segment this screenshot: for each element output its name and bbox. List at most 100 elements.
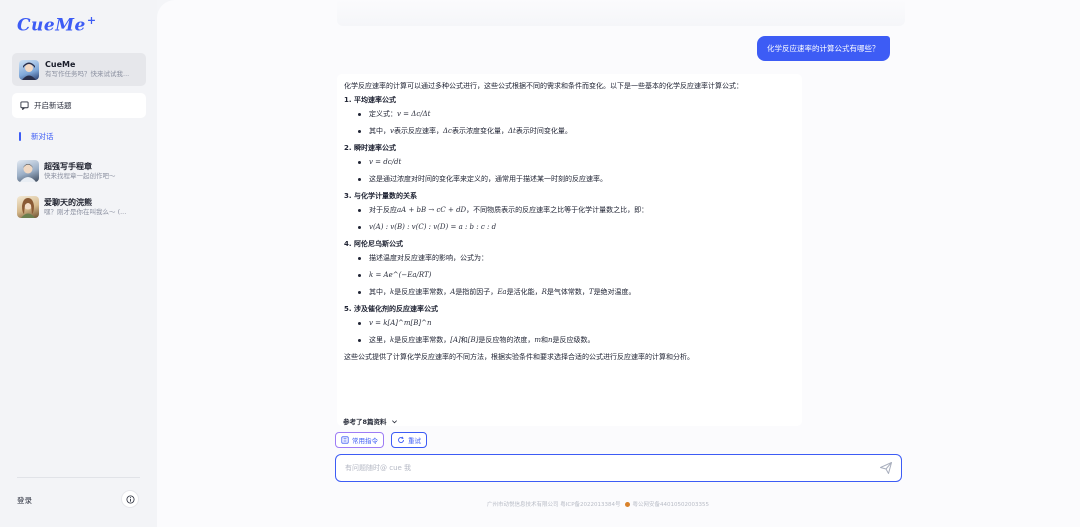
list-item: v = k[A]^m[B]^n (358, 319, 795, 328)
section-title: 3. 与化学计量数的关系 (344, 192, 417, 200)
bullet-text: 其中， (369, 288, 390, 296)
app-logo[interactable]: CueMe+ (17, 14, 97, 36)
list-item: 这里， k 是反应速率常数， [A] 和 [B] 是反应物的浓度， m 和 n … (358, 336, 795, 345)
formula: v = dc/dt (369, 158, 402, 166)
section-title: 1. 平均速率公式 (344, 96, 396, 104)
avatar (17, 196, 39, 218)
formula: m (534, 336, 542, 344)
list-item: k = Ae^(−Ea/RT) (358, 271, 795, 280)
info-button[interactable] (121, 490, 139, 508)
sidebar-divider (17, 477, 140, 478)
scroll-fade (337, 0, 905, 26)
new-chat-icon (20, 101, 29, 110)
bullet-text: 表示时间变化量。 (515, 127, 572, 135)
agent-name: 超强写手程章 (44, 161, 92, 171)
list-item: 描述温度对反应速率的影响，公式为： (358, 254, 795, 263)
answer-summary: 这些公式提供了计算化学反应速率的不同方法，根据实验条件和要求选择合适的公式进行反… (344, 353, 694, 361)
user-message-text: 化学反应速率的计算公式有哪些？ (767, 44, 880, 53)
police-badge-icon (624, 501, 630, 507)
active-indicator (19, 132, 21, 141)
list-item: v(A) : v(B) : v(C) : v(D) = a : b : c : … (358, 223, 795, 232)
new-topic-label: 开启新话题 (34, 101, 72, 110)
bullet-text: 表示浓度变化量， (451, 127, 508, 135)
bullet-text: 这里， (369, 336, 390, 344)
logo-text: CueMe (17, 15, 86, 36)
common-commands-button[interactable]: 常用指令 (335, 432, 384, 448)
sidebar-item-current-chat[interactable]: 新对话 (19, 131, 54, 142)
list-item: 其中， v 表示反应速率， Δc 表示浓度变化量， Δt 表示时间变化量。 (358, 127, 795, 136)
user-message-bubble: 化学反应速率的计算公式有哪些？ (757, 36, 890, 61)
bullet-text: 是反应速率常数， (394, 288, 451, 296)
bullet-text: 是反应级数。 (552, 336, 595, 344)
send-button[interactable] (879, 461, 893, 475)
bullet-text: 是指前因子， (455, 288, 498, 296)
chevron-down-icon (391, 418, 398, 425)
formula: aA + bB → cC + dD (397, 206, 467, 214)
formula: Δt (507, 127, 516, 135)
retry-button[interactable]: 重试 (391, 432, 427, 448)
assistant-answer: 化学反应速率的计算可以通过多种公式进行，这些公式根据不同的需求和条件而变化。以下… (337, 74, 802, 426)
bullet-dot (358, 226, 361, 229)
section-title: 2. 瞬时速率公式 (344, 144, 396, 152)
command-icon (341, 436, 349, 444)
current-chat-label: 新对话 (31, 132, 54, 141)
bullet-text: 描述温度对反应速率的影响，公式为： (369, 254, 488, 262)
bot-name: CueMe (45, 60, 76, 69)
bullet-dot (358, 178, 361, 181)
bullet-dot (358, 339, 361, 342)
references-toggle[interactable]: 参考了8篇资料 (343, 416, 398, 426)
bullet-dot (358, 291, 361, 294)
bullet-text: 其中， (369, 127, 390, 135)
bullet-text: ，不同物质表示的反应速率之比等于化学计量数之比，即： (466, 206, 649, 214)
list-item: v = dc/dt (358, 158, 795, 167)
login-button[interactable]: 登录 (17, 495, 32, 506)
bullet-text: 定义式： (369, 110, 397, 118)
list-item: 对于反应 aA + bB → cC + dD ，不同物质表示的反应速率之比等于化… (358, 206, 795, 215)
agent-subtitle: 快来找程章一起创作吧～ (44, 171, 116, 180)
answer-intro: 化学反应速率的计算可以通过多种公式进行，这些公式根据不同的需求和条件而变化。以下… (344, 82, 743, 90)
bullet-dot (358, 161, 361, 164)
bullet-text: 表示反应速率， (393, 127, 443, 135)
bullet-dot (358, 209, 361, 212)
bullet-text: 是绝对温度。 (593, 288, 636, 296)
footer-police[interactable]: 粤公网安备44010502003355 (633, 500, 710, 508)
formula: v = Δc/Δt (397, 110, 431, 118)
bullet-dot (358, 274, 361, 277)
references-label: 参考了8篇资料 (343, 418, 387, 426)
avatar (19, 59, 39, 80)
info-icon (125, 494, 135, 504)
bot-subtitle: 有写作任务吗？快来试试我... (45, 70, 130, 78)
bullet-text: 和 (541, 336, 549, 344)
list-item: 定义式： v = Δc/Δt (358, 110, 795, 119)
bullet-text: 是反应物的浓度， (478, 336, 535, 344)
formula: k = Ae^(−Ea/RT) (369, 271, 432, 279)
formula: Ea (497, 288, 507, 296)
formula: [B] (467, 336, 479, 344)
bullet-dot (358, 130, 361, 133)
message-input-box[interactable] (335, 454, 902, 482)
formula: Δc (442, 127, 452, 135)
section-title: 4. 阿伦尼乌斯公式 (344, 240, 403, 248)
bullet-text: 是反应速率常数， (394, 336, 451, 344)
bullet-text: 是气体常数， (546, 288, 589, 296)
new-topic-button[interactable]: 开启新话题 (12, 93, 146, 118)
agent-subtitle: 嘿？刚才是你在叫我么～ (... (44, 207, 127, 216)
bot-card-cueme[interactable]: CueMe 有写作任务吗？快来试试我... (12, 53, 146, 86)
message-input[interactable] (345, 464, 865, 472)
retry-label: 重试 (408, 437, 421, 445)
footer-company[interactable]: 广州市动悦信息技术有限公司 粤ICP备2022013384号 (487, 500, 621, 508)
sidebar-item-agent-raccoon[interactable]: 爱聊天的浣熊 嘿？刚才是你在叫我么～ (... (17, 196, 147, 218)
formula: [A] (450, 336, 461, 344)
section-title: 5. 涉及催化剂的反应速率公式 (344, 305, 438, 313)
refresh-icon (397, 436, 405, 444)
bullet-dot (358, 113, 361, 116)
logo-mark: + (86, 14, 97, 27)
avatar (17, 160, 39, 182)
bullet-text: 这是通过浓度对时间的变化率来定义的，通常用于描述某一时刻的反应速率。 (369, 175, 607, 183)
sidebar-item-agent-writer[interactable]: 超强写手程章 快来找程章一起创作吧～ (17, 160, 147, 182)
bullet-dot (358, 322, 361, 325)
common-commands-label: 常用指令 (352, 437, 378, 445)
bullet-dot (358, 257, 361, 260)
agent-name: 爱聊天的浣熊 (44, 197, 92, 207)
formula: v(A) : v(B) : v(C) : v(D) = a : b : c : … (369, 223, 497, 231)
